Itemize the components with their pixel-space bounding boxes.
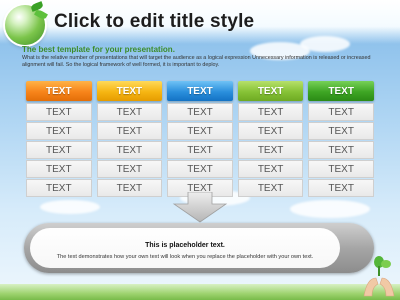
table-cell[interactable]: TEXT	[96, 160, 163, 178]
table-cell[interactable]: TEXT	[96, 122, 163, 140]
table-cell[interactable]: TEXT	[96, 103, 163, 121]
placeholder-title[interactable]: This is placeholder text.	[30, 242, 340, 249]
table-cell[interactable]: TEXT	[26, 103, 92, 121]
table-cell[interactable]: TEXT	[308, 103, 374, 121]
cloud	[40, 200, 100, 214]
slide-description[interactable]: What is the relative number of presentat…	[22, 55, 392, 69]
down-arrow-icon	[172, 192, 228, 223]
table-header-cell[interactable]: TEXT	[96, 81, 163, 101]
table-cell[interactable]: TEXT	[308, 179, 374, 197]
globe-icon	[5, 1, 48, 45]
slide-subtitle[interactable]: The best template for your presentation.	[22, 45, 175, 54]
text-table: TEXT TEXT TEXT TEXT TEXT TEXT TEXT TEXT …	[24, 80, 376, 197]
table-cell[interactable]: TEXT	[237, 122, 304, 140]
table-cell[interactable]: TEXT	[26, 160, 92, 178]
table-header-cell[interactable]: TEXT	[308, 81, 374, 101]
table-cell[interactable]: TEXT	[237, 141, 304, 159]
table-header-cell[interactable]: TEXT	[237, 81, 304, 101]
table-cell[interactable]: TEXT	[237, 160, 304, 178]
table-header-cell[interactable]: TEXT	[167, 81, 233, 101]
grass-strip	[0, 284, 400, 300]
placeholder-text[interactable]: The text demonstrates how your own text …	[30, 254, 340, 260]
table-cell[interactable]: TEXT	[167, 141, 233, 159]
table-cell[interactable]: TEXT	[26, 141, 92, 159]
table-cell[interactable]: TEXT	[96, 179, 163, 197]
table-cell[interactable]: TEXT	[96, 141, 163, 159]
table-cell[interactable]: TEXT	[26, 179, 92, 197]
table-cell[interactable]: TEXT	[26, 122, 92, 140]
cloud	[290, 200, 370, 218]
table-cell[interactable]: TEXT	[237, 103, 304, 121]
slide-title[interactable]: Click to edit title style	[54, 11, 254, 33]
table-cell[interactable]: TEXT	[167, 122, 233, 140]
table-header-cell[interactable]: TEXT	[26, 81, 92, 101]
hands-holding-plant-icon	[363, 256, 395, 297]
cloud	[300, 36, 350, 52]
table-cell[interactable]: TEXT	[237, 179, 304, 197]
table-cell[interactable]: TEXT	[308, 122, 374, 140]
table-cell[interactable]: TEXT	[167, 160, 233, 178]
table-cell[interactable]: TEXT	[308, 141, 374, 159]
table-cell[interactable]: TEXT	[308, 160, 374, 178]
table-cell[interactable]: TEXT	[167, 103, 233, 121]
